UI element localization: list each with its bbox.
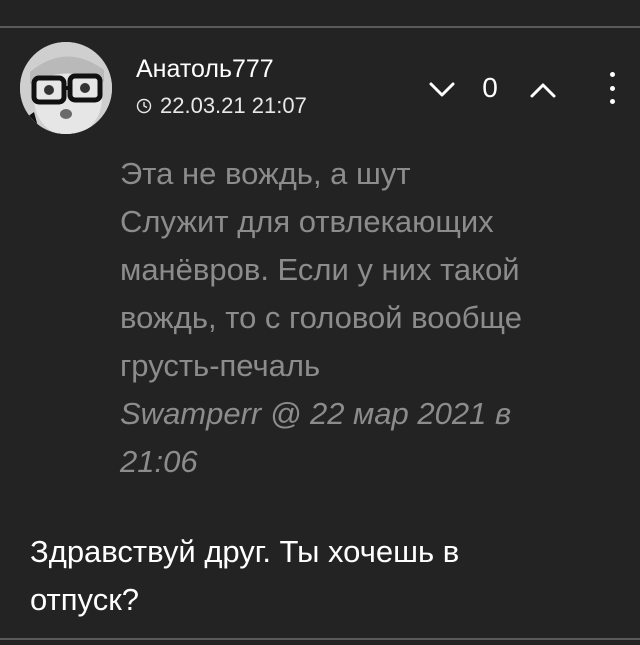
comment-body-line: Здравствуй друг. Ты хочешь в (30, 534, 460, 569)
comment-author[interactable]: Анатоль777 (136, 55, 274, 84)
avatar-image (20, 42, 112, 134)
vote-down-button[interactable] (422, 70, 462, 110)
more-vertical-icon-dot (609, 85, 615, 91)
quote-line: Служит для отвлекающих (120, 204, 494, 239)
timestamp-text: 22.03.21 21:07 (160, 93, 307, 118)
quote-citation-date: @ 22 мар 2021 в (261, 396, 512, 431)
quote-author-link[interactable]: Swamperr (120, 396, 261, 431)
quote-line: манёвров. Если у них такой (120, 252, 520, 287)
vote-up-button[interactable] (523, 70, 563, 110)
chevron-down-icon (429, 82, 455, 97)
comment-body: Здравствуй друг. Ты хочешь в отпуск? (30, 528, 610, 624)
comment-timestamp: 22.03.21 21:07 (136, 93, 307, 119)
bottom-divider (0, 638, 640, 640)
quote-citation-time: 21:06 (120, 444, 198, 479)
quote-line: Эта не вождь, а шут (120, 156, 411, 191)
avatar[interactable] (20, 42, 112, 134)
more-vertical-icon-dot (609, 99, 615, 104)
chevron-up-icon (530, 83, 556, 98)
clock-icon (136, 98, 152, 114)
quote-citation: Swamperr @ 22 мар 2021 в (120, 390, 610, 438)
comment-body-line: отпуск? (30, 582, 139, 617)
rating-count: 0 (482, 72, 498, 103)
more-options-button[interactable] (600, 68, 624, 108)
quote-line: вождь, то с головой вообще (120, 300, 522, 335)
quoted-comment: Эта не вождь, а шут Служит для отвлекающ… (120, 150, 610, 486)
quote-line: грусть-печаль (120, 348, 321, 383)
top-divider (0, 26, 640, 28)
more-vertical-icon (609, 72, 615, 77)
